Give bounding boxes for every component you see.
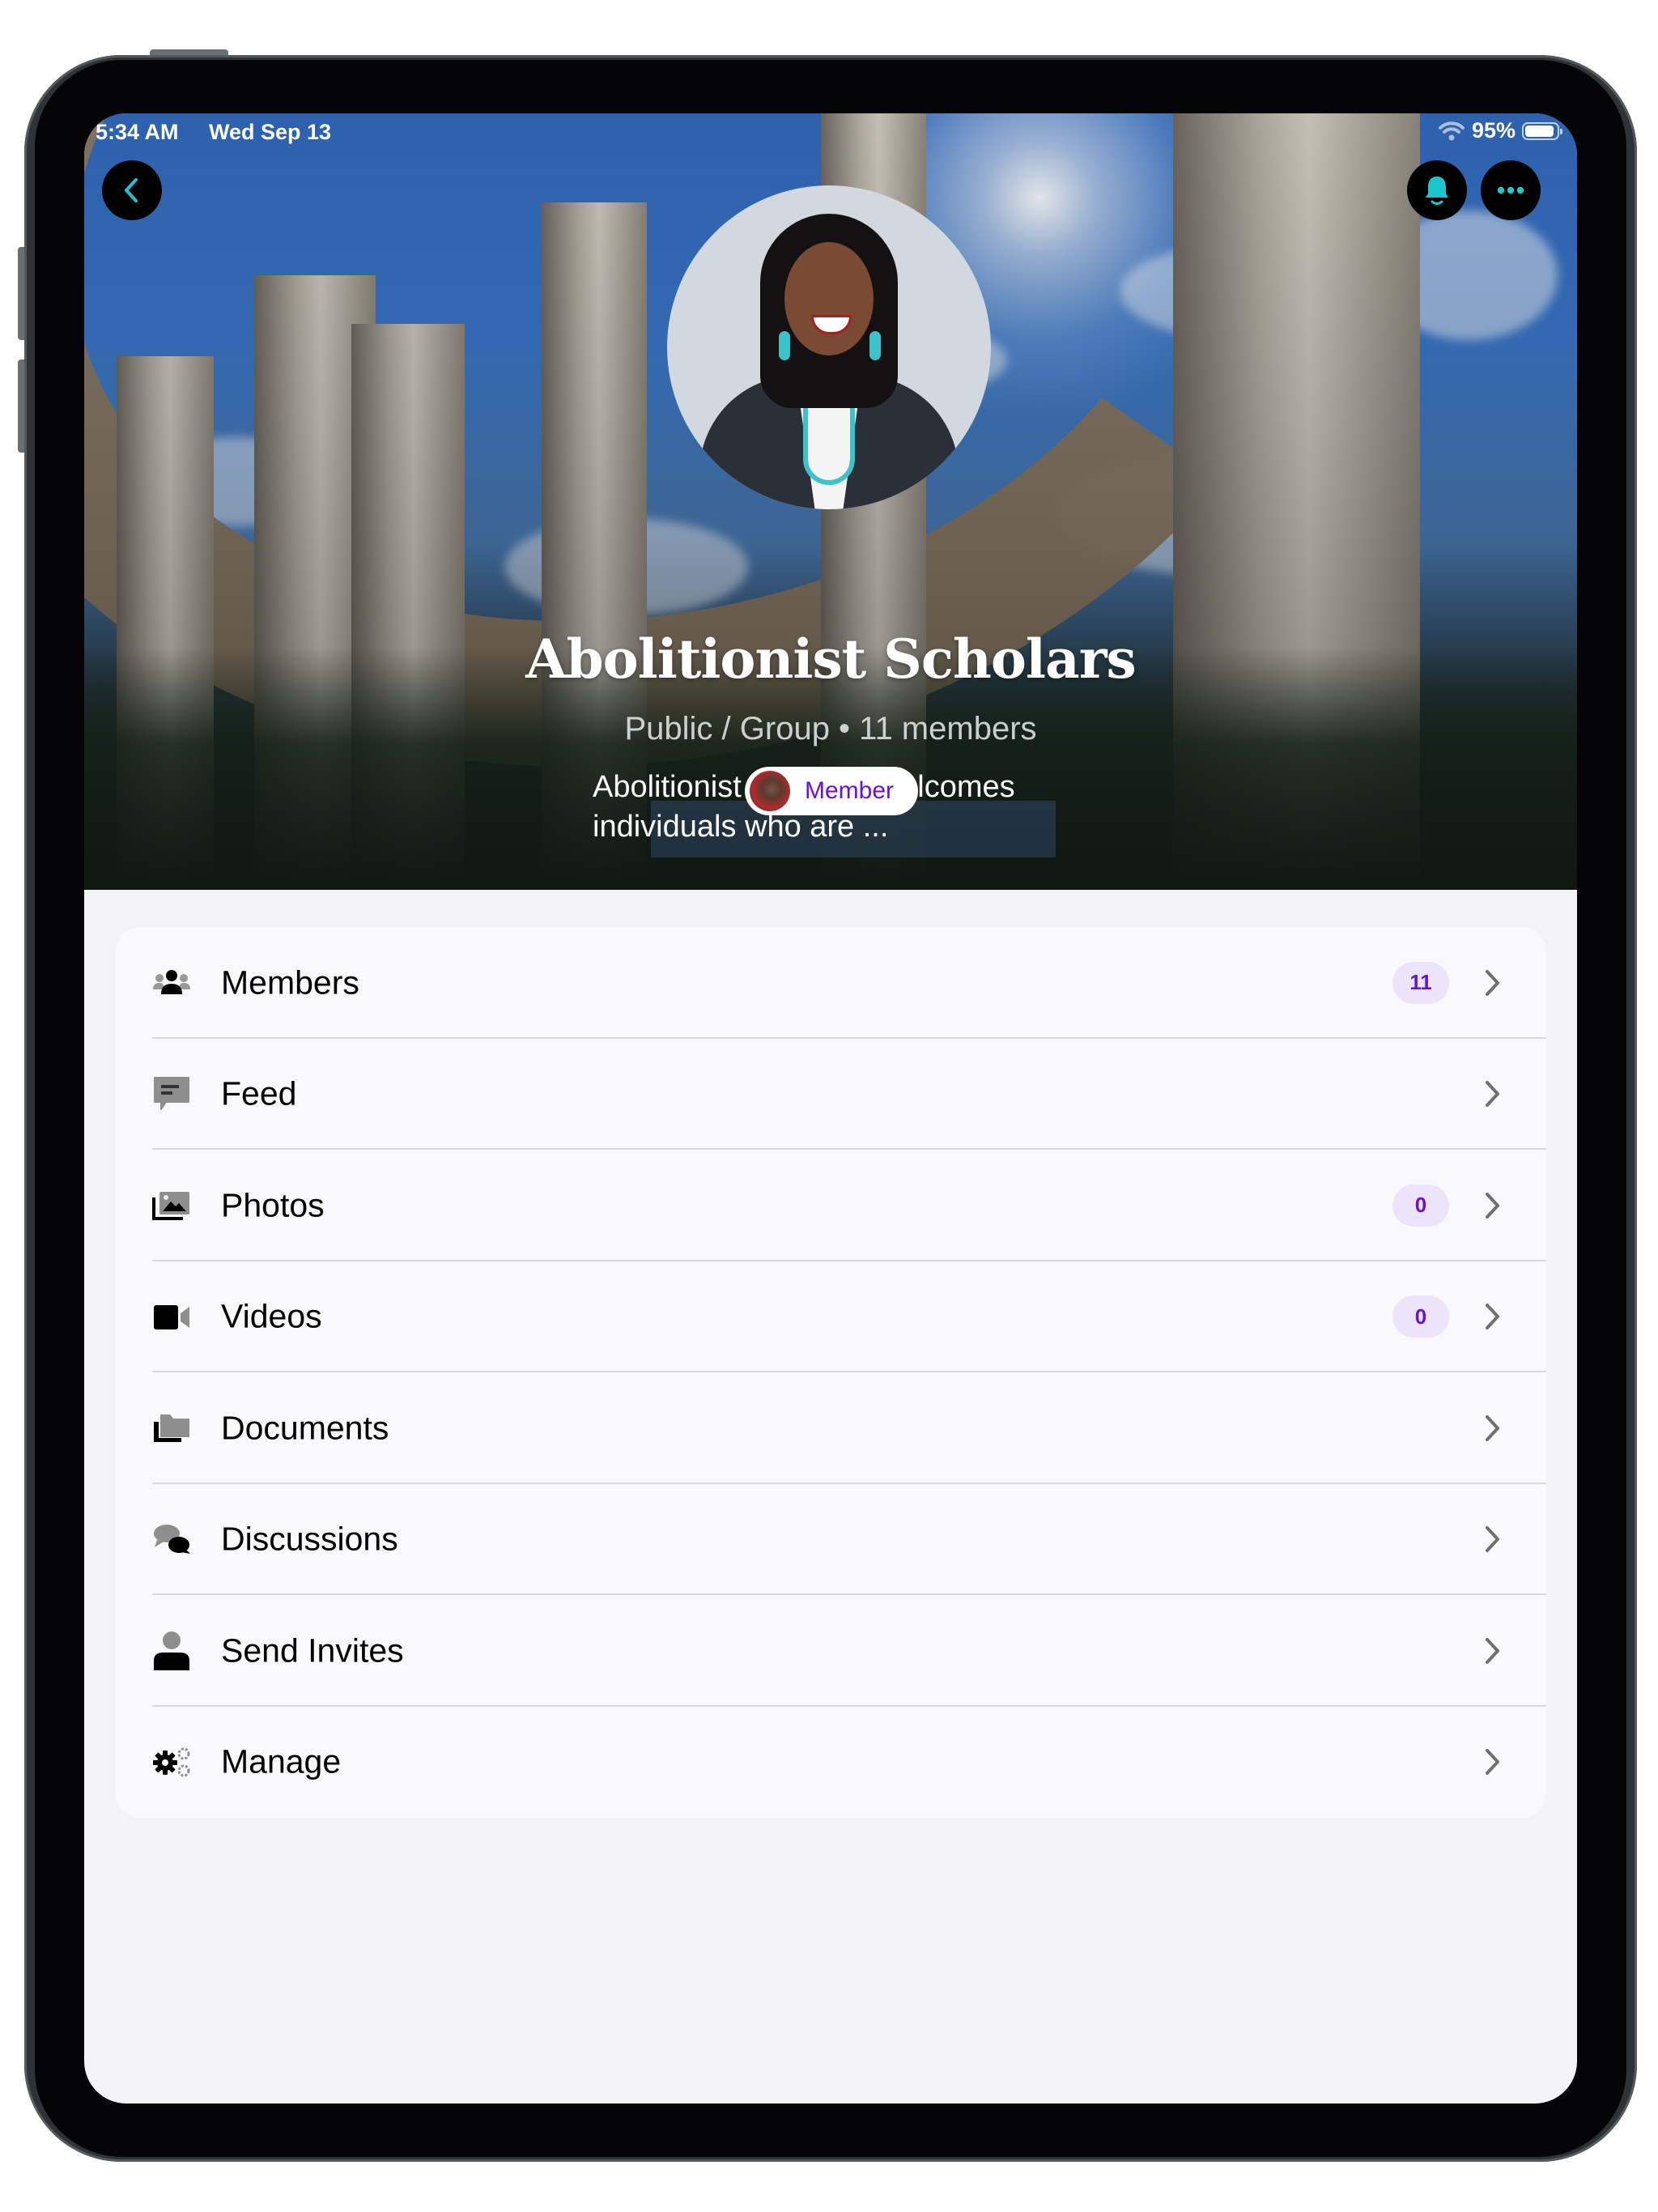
- chevron-right-icon: [1486, 1637, 1499, 1664]
- manage-icon: [153, 1747, 190, 1777]
- chevron-right-icon: [1486, 1081, 1499, 1108]
- back-button[interactable]: [102, 160, 162, 220]
- members-icon: [153, 969, 190, 994]
- count-badge: 0: [1392, 1295, 1449, 1338]
- membership-label: Member: [805, 777, 895, 804]
- bell-icon: [1426, 177, 1448, 205]
- menu-item-discussions[interactable]: Discussions: [116, 1484, 1546, 1595]
- group-meta: Public / Group • 11 members: [624, 711, 1037, 747]
- chevron-right-icon: [1486, 1749, 1499, 1776]
- menu-item-label: Members: [221, 963, 359, 1002]
- count-badge: 0: [1392, 1184, 1449, 1227]
- photos-icon: [152, 1191, 189, 1220]
- battery-percent: 95%: [1471, 118, 1516, 143]
- group-menu: Members 11 Feed Photos 0 Videos 0 Docume…: [116, 927, 1546, 1818]
- discussions-icon: [154, 1525, 190, 1555]
- chevron-right-icon: [1486, 1526, 1499, 1553]
- send-invites-icon: [154, 1631, 189, 1670]
- group-title: Abolitionist Scholars: [525, 627, 1136, 691]
- chevron-right-icon: [1486, 1192, 1499, 1219]
- chevron-right-icon: [1486, 1304, 1499, 1330]
- menu-item-members[interactable]: Members 11: [116, 927, 1546, 1039]
- notifications-button[interactable]: [1407, 160, 1467, 220]
- menu-item-label: Feed: [221, 1074, 297, 1112]
- ellipsis-icon: [1497, 186, 1524, 194]
- battery-icon: [1522, 121, 1562, 140]
- menu-item-label: Send Invites: [221, 1631, 404, 1670]
- menu-item-videos[interactable]: Videos 0: [116, 1261, 1546, 1372]
- screen: 5:34 AM Wed Sep 13 95% Abolitionist Scho…: [84, 113, 1577, 2104]
- chevron-left-icon: [125, 178, 138, 202]
- chevron-right-icon: [1486, 969, 1499, 996]
- more-options-button[interactable]: [1481, 160, 1541, 220]
- menu-item-send-invites[interactable]: Send Invites: [116, 1595, 1546, 1707]
- menu-item-label: Manage: [221, 1742, 342, 1780]
- group-avatar: [667, 185, 991, 509]
- chevron-right-icon: [1486, 1414, 1499, 1441]
- menu-item-label: Videos: [221, 1297, 322, 1335]
- status-time: 5:34 AM: [96, 120, 179, 144]
- documents-icon: [154, 1414, 189, 1442]
- status-date: Wed Sep 13: [209, 120, 332, 144]
- menu-item-label: Documents: [221, 1409, 389, 1447]
- videos-icon: [154, 1305, 189, 1330]
- menu-item-feed[interactable]: Feed: [116, 1039, 1546, 1150]
- feed-icon: [154, 1077, 189, 1111]
- menu-item-manage[interactable]: Manage: [116, 1707, 1546, 1819]
- menu-item-label: Photos: [221, 1186, 325, 1224]
- user-avatar: [750, 771, 790, 811]
- count-badge: 11: [1392, 961, 1449, 1004]
- wifi-icon: [1438, 121, 1465, 140]
- menu-item-documents[interactable]: Documents: [116, 1372, 1546, 1484]
- membership-status-button[interactable]: Member: [745, 767, 918, 815]
- menu-item-photos[interactable]: Photos 0: [116, 1150, 1546, 1261]
- status-indicators: 95%: [1438, 118, 1562, 143]
- group-cover-image: 5:34 AM Wed Sep 13 95% Abolitionist Scho…: [84, 113, 1577, 890]
- menu-item-label: Discussions: [221, 1520, 398, 1558]
